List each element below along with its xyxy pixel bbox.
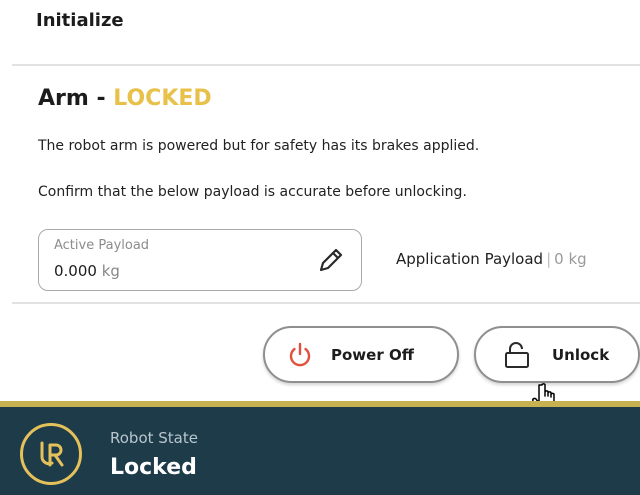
ur-logo-icon xyxy=(20,423,82,485)
unlock-label: Unlock xyxy=(552,345,610,364)
application-payload-separator: | xyxy=(546,250,552,268)
divider xyxy=(12,64,640,66)
application-payload-label: Application Payload xyxy=(396,250,544,268)
arm-description: The robot arm is powered but for safety … xyxy=(38,138,480,154)
pencil-icon[interactable] xyxy=(315,244,347,276)
active-payload-value: 0.000 kg xyxy=(54,262,120,280)
power-off-label: Power Off xyxy=(331,345,414,364)
footer-accent xyxy=(0,401,640,407)
unlock-icon xyxy=(505,341,529,368)
active-payload-field[interactable]: Active Payload 0.000 kg xyxy=(38,229,362,291)
robot-state-label: Robot State xyxy=(110,429,198,447)
power-off-button[interactable]: Power Off xyxy=(263,326,459,383)
payload-number: 0.000 xyxy=(54,262,97,280)
robot-state-footer: Robot State Locked xyxy=(0,401,640,495)
divider xyxy=(12,302,640,304)
application-payload: Application Payload | 0 kg xyxy=(396,250,587,268)
unlock-button[interactable]: Unlock xyxy=(474,326,640,383)
arm-status: LOCKED xyxy=(113,86,212,111)
arm-heading: Arm - LOCKED xyxy=(38,86,212,111)
page-title: Initialize xyxy=(36,10,124,31)
confirm-text: Confirm that the below payload is accura… xyxy=(38,184,467,200)
power-icon xyxy=(289,342,311,366)
payload-unit: kg xyxy=(101,262,120,280)
arm-title: Arm - xyxy=(38,86,114,111)
active-payload-label: Active Payload xyxy=(54,238,150,253)
application-payload-value: 0 kg xyxy=(554,250,587,268)
robot-state-value: Locked xyxy=(110,455,197,480)
